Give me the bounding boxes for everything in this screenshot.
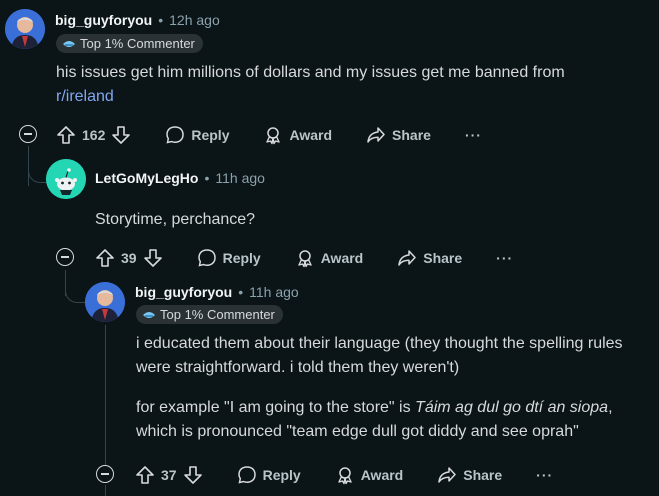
speech-bubble-icon: [237, 465, 257, 485]
flair-label: Top 1% Commenter: [160, 307, 275, 322]
user-flair: Top 1% Commenter: [136, 305, 283, 324]
collapse-button[interactable]: [56, 248, 74, 266]
username[interactable]: big_guyforyou: [135, 284, 232, 300]
award-label: Award: [289, 127, 333, 143]
downvote-icon[interactable]: [143, 248, 163, 268]
irish-phrase: Táim ag dul go dtí an siopa: [415, 399, 609, 416]
avatar[interactable]: [85, 282, 125, 322]
separator-dot: •: [158, 12, 164, 28]
reply-button[interactable]: Reply: [197, 248, 261, 268]
comment-text: Storytime, perchance?: [95, 211, 256, 228]
avatar[interactable]: [5, 9, 45, 49]
more-options-button[interactable]: ···: [465, 127, 482, 143]
share-label: Share: [463, 467, 503, 483]
comment-body: Storytime, perchance?: [95, 208, 255, 232]
collapse-button[interactable]: [19, 125, 37, 143]
more-icon: ···: [496, 250, 514, 266]
reply-label: Reply: [191, 127, 230, 143]
award-button[interactable]: Award: [263, 125, 332, 145]
comment-text: his issues get him millions of dollars a…: [56, 64, 565, 81]
speech-bubble-icon: [197, 248, 217, 268]
share-button[interactable]: Share: [366, 125, 431, 145]
share-icon: [397, 248, 417, 268]
comment-body: i educated them about their language (th…: [136, 332, 648, 444]
upvote-icon[interactable]: [135, 465, 155, 485]
separator-dot: •: [204, 170, 210, 186]
more-icon: ···: [464, 127, 482, 143]
subreddit-link[interactable]: r/ireland: [56, 88, 114, 105]
vote-count: 37: [161, 467, 177, 483]
reply-button[interactable]: Reply: [165, 125, 229, 145]
thread-line: [105, 325, 106, 465]
timestamp[interactable]: 11h ago: [215, 170, 265, 186]
reply-label: Reply: [262, 467, 301, 483]
reply-button[interactable]: Reply: [237, 465, 301, 485]
comment-actions: 39 Reply Award Share ···: [95, 247, 513, 269]
vote-count: 39: [121, 250, 137, 266]
reply-label: Reply: [222, 250, 261, 266]
share-icon: [366, 125, 386, 145]
award-icon: [295, 248, 315, 268]
share-button[interactable]: Share: [437, 465, 502, 485]
speech-bubble-icon: [165, 125, 185, 145]
more-options-button[interactable]: ···: [496, 250, 513, 266]
award-icon: [335, 465, 355, 485]
award-button[interactable]: Award: [335, 465, 404, 485]
username[interactable]: big_guyforyou: [55, 12, 152, 28]
more-options-button[interactable]: ···: [536, 467, 553, 483]
upvote-icon[interactable]: [56, 125, 76, 145]
share-label: Share: [392, 127, 431, 143]
comment-body: his issues get him millions of dollars a…: [56, 61, 646, 109]
vote-group: 39: [95, 248, 163, 268]
award-button[interactable]: Award: [295, 248, 364, 268]
flair-icon: [62, 38, 76, 50]
share-icon: [437, 465, 457, 485]
share-button[interactable]: Share: [397, 248, 462, 268]
comment-paragraph: i educated them about their language (th…: [136, 335, 623, 376]
timestamp[interactable]: 12h ago: [169, 12, 220, 28]
separator-dot: •: [238, 284, 244, 300]
award-label: Award: [320, 250, 364, 266]
more-icon: ···: [536, 467, 554, 483]
thread-connector: [65, 270, 86, 303]
vote-group: 37: [135, 465, 203, 485]
comment-actions: 37 Reply Award Share ···: [135, 464, 553, 486]
collapse-button[interactable]: [96, 465, 114, 483]
comment-paragraph: for example "I am going to the store" is…: [136, 396, 648, 444]
username[interactable]: LetGoMyLegHo: [95, 170, 198, 186]
user-flair: Top 1% Commenter: [56, 34, 203, 53]
thread-line: [105, 485, 106, 496]
flair-icon: [142, 309, 156, 321]
flair-label: Top 1% Commenter: [80, 36, 195, 51]
award-label: Award: [360, 467, 404, 483]
comment-actions: 162 Reply Award Share ···: [56, 124, 482, 146]
vote-count: 162: [82, 127, 106, 143]
award-icon: [263, 125, 283, 145]
share-label: Share: [423, 250, 463, 266]
avatar[interactable]: [46, 159, 86, 199]
downvote-icon[interactable]: [111, 125, 131, 145]
downvote-icon[interactable]: [183, 465, 203, 485]
comment-text: for example "I am going to the store" is: [136, 399, 416, 416]
upvote-icon[interactable]: [95, 248, 115, 268]
vote-group: 162: [56, 125, 131, 145]
timestamp[interactable]: 11h ago: [249, 284, 299, 300]
